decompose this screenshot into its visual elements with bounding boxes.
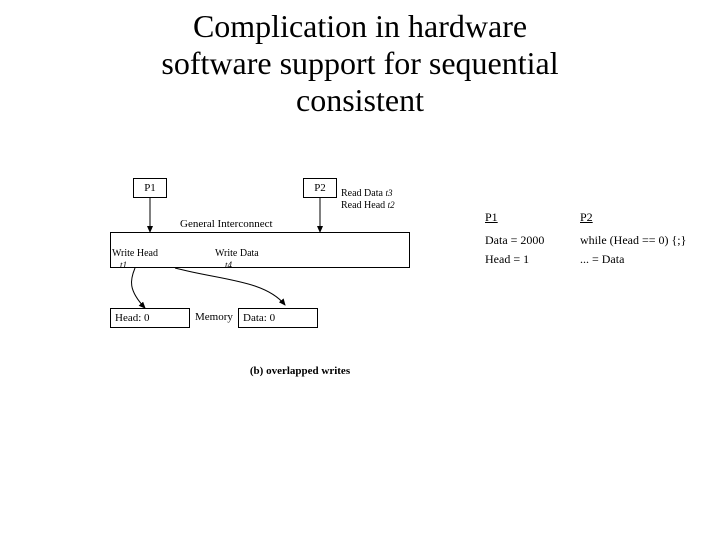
proc-p1-label: P1 — [144, 182, 156, 194]
page-title: Complication in hardware software suppor… — [0, 0, 720, 118]
code-p1-header: P1 — [485, 210, 555, 225]
interconnect-label: General Interconnect — [180, 218, 273, 230]
diagram-stage: P1 P2 Read Data t3 Read Head t2 General … — [0, 170, 720, 530]
write-data-label: Write Data — [215, 248, 259, 259]
time-t2: t2 — [388, 200, 395, 210]
memory-label: Memory — [195, 311, 233, 323]
read-head-label: Read Head t2 — [341, 200, 395, 211]
code-p2-col: P2 while (Head == 0) {;} ... = Data — [580, 210, 710, 271]
time-t1: t1 — [120, 260, 127, 270]
mem-head-value: Head: 0 — [115, 312, 150, 324]
code-p1-line1: Data = 2000 — [485, 233, 555, 248]
mem-data-box: Data: 0 — [238, 308, 318, 328]
title-line2: software support for sequential — [161, 45, 558, 81]
figure-caption: (b) overlapped writes — [0, 365, 660, 377]
mem-data-value: Data: 0 — [243, 312, 275, 324]
code-p2-line2: ... = Data — [580, 252, 710, 267]
write-head-label: Write Head — [112, 248, 158, 259]
proc-p2-label: P2 — [314, 182, 326, 194]
code-p2-header: P2 — [580, 210, 710, 225]
code-p1-col: P1 Data = 2000 Head = 1 — [485, 210, 555, 271]
mem-head-box: Head: 0 — [110, 308, 190, 328]
time-t4: t4 — [225, 260, 232, 270]
code-p2-line1: while (Head == 0) {;} — [580, 233, 710, 248]
proc-p2-box: P2 — [303, 178, 337, 198]
code-p1-line2: Head = 1 — [485, 252, 555, 267]
time-t3: t3 — [385, 188, 392, 198]
title-line3: consistent — [296, 82, 424, 118]
title-line1: Complication in hardware — [193, 8, 527, 44]
proc-p1-box: P1 — [133, 178, 167, 198]
read-data-label: Read Data t3 — [341, 188, 392, 199]
